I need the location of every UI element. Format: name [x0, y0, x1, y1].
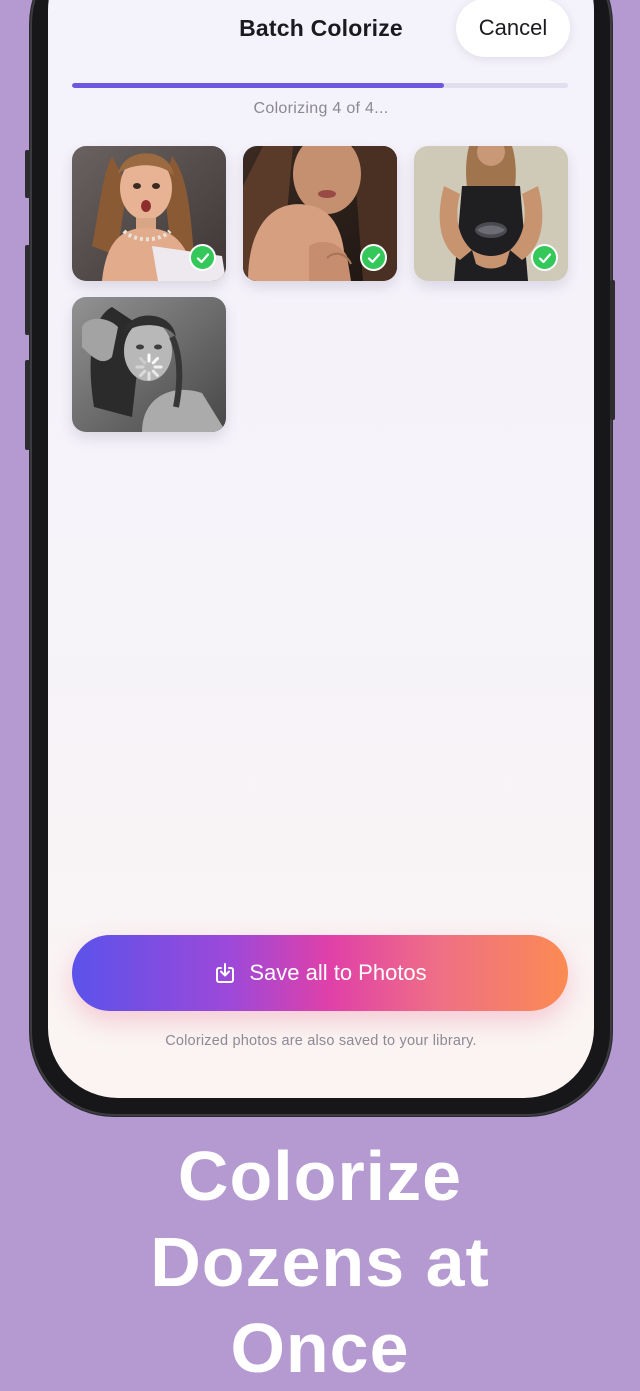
- completed-checkmark-icon: [189, 244, 216, 271]
- cancel-button[interactable]: Cancel: [456, 0, 570, 57]
- caption-line-1: Colorize: [177, 1137, 463, 1215]
- save-all-button[interactable]: Save all to Photos: [72, 935, 568, 1011]
- save-all-label: Save all to Photos: [249, 960, 427, 985]
- phone-action-button: [25, 150, 30, 198]
- photo-thumbnail-4[interactable]: [72, 297, 226, 432]
- progress-label: Colorizing 4 of 4...: [253, 100, 389, 117]
- phone-volume-down-button: [25, 360, 30, 450]
- completed-checkmark-icon: [531, 244, 558, 271]
- phone-power-button: [610, 280, 615, 420]
- progress-bar: [72, 83, 568, 88]
- caption-line-2: Dozens at: [150, 1223, 490, 1301]
- app-screen: Batch Colorize Cancel Colorizing 4 of 4.…: [48, 0, 594, 1098]
- save-to-photos-icon: [216, 963, 235, 983]
- loading-spinner-icon: [135, 353, 163, 381]
- marketing-caption: Colorize Dozens at Once: [0, 1133, 640, 1391]
- photo-thumbnail-2[interactable]: [243, 146, 397, 281]
- photo-thumbnail-1[interactable]: [72, 146, 226, 281]
- progress-bar-fill: [72, 83, 444, 88]
- phone-volume-up-button: [25, 245, 30, 335]
- photo-thumbnail-3[interactable]: [414, 146, 568, 281]
- caption-line-3: Once: [230, 1309, 410, 1387]
- completed-checkmark-icon: [360, 244, 387, 271]
- footer-note: Colorized photos are also saved to your …: [165, 1033, 477, 1049]
